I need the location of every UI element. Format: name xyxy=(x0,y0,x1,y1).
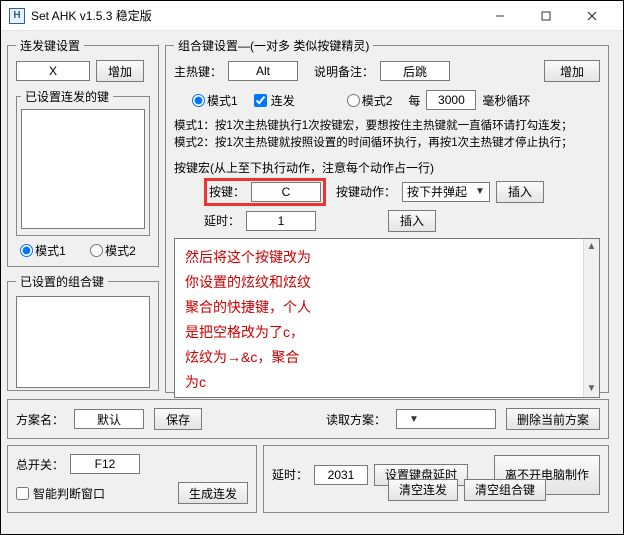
scroll-up-icon[interactable]: ▲ xyxy=(584,239,599,255)
combo-mode1-radio[interactable]: 模式1 xyxy=(192,92,238,109)
scheme-name-input[interactable] xyxy=(74,409,144,429)
chevron-down-icon: ▼ xyxy=(475,186,485,197)
load-scheme-dropdown[interactable]: ▼ xyxy=(396,409,496,429)
titlebar: H Set AHK v1.5.3 稳定版 xyxy=(1,1,623,31)
repeat-key-group: 连发键设置 增加 已设置连发的键 模式1 模式2 xyxy=(7,37,159,267)
repeat-mode2-radio-input[interactable] xyxy=(90,244,103,257)
save-scheme-button[interactable]: 保存 xyxy=(154,408,202,430)
action-dropdown-value: 按下并弹起 xyxy=(407,183,467,200)
action-label: 按键动作： xyxy=(336,183,396,200)
client-area: 连发键设置 增加 已设置连发的键 模式1 模式2 xyxy=(1,31,623,534)
smart-window-checkbox-input[interactable] xyxy=(16,487,29,500)
load-scheme-label: 读取方案： xyxy=(326,411,386,428)
combo-settings-legend: 组合键设置—(一对多 类似按键精灵) xyxy=(174,37,373,54)
combo-settings-group: 组合键设置—(一对多 类似按键精灵) 主热键： 说明备注： 增加 模式1 xyxy=(165,37,609,393)
macro-header-label: 按键宏(从上至下执行动作，注意每个动作占一行) xyxy=(174,159,434,176)
combo-mode1-label: 模式1 xyxy=(207,92,238,109)
repeat-checkbox[interactable]: 连发 xyxy=(254,92,295,109)
insert-key-button[interactable]: 插入 xyxy=(496,181,544,203)
combo-mode2-radio[interactable]: 模式2 xyxy=(347,92,393,109)
repeat-checkbox-label: 连发 xyxy=(271,92,295,109)
configured-repeat-keys-group: 已设置连发的键 xyxy=(16,88,150,236)
every-label: 每 xyxy=(408,92,420,109)
delete-scheme-button[interactable]: 删除当前方案 xyxy=(506,408,600,430)
repeat-mode1-label: 模式1 xyxy=(35,242,66,259)
action-dropdown[interactable]: 按下并弹起 ▼ xyxy=(402,182,490,202)
minimize-button[interactable] xyxy=(477,1,523,31)
scheme-name-label: 方案名： xyxy=(16,411,64,428)
master-switch-label: 总开关： xyxy=(16,456,64,473)
generate-repeat-button[interactable]: 生成连发 xyxy=(178,482,248,504)
master-switch-input[interactable] xyxy=(70,454,140,474)
clear-combo-button[interactable]: 清空组合键 xyxy=(464,479,546,501)
clear-repeat-button[interactable]: 清空连发 xyxy=(388,479,458,501)
scroll-down-icon[interactable]: ▼ xyxy=(584,381,599,397)
main-hotkey-label: 主热键： xyxy=(174,63,222,80)
configured-repeat-keys-legend: 已设置连发的键 xyxy=(21,88,113,105)
macro-delay-label: 延时： xyxy=(204,212,240,229)
desc-input[interactable] xyxy=(380,61,450,81)
repeat-hotkey-input[interactable] xyxy=(16,61,90,81)
macro-textarea[interactable]: 然后将这个按键改为 你设置的炫纹和炫纹 聚合的快捷键，个人 是把空格改为了c， … xyxy=(174,238,600,398)
repeat-mode1-radio-input[interactable] xyxy=(20,244,33,257)
repeat-mode1-radio[interactable]: 模式1 xyxy=(20,242,66,259)
left-column: 连发键设置 增加 已设置连发的键 模式1 模式2 xyxy=(7,37,159,393)
key-input[interactable] xyxy=(251,182,321,202)
mode-explain-text: 模式1：按1次主热键执行1次按键宏，要想按住主热键就一直循环请打勾连发； 模式2… xyxy=(174,118,600,153)
right-column: 组合键设置—(一对多 类似按键精灵) 主热键： 说明备注： 增加 模式1 xyxy=(165,37,609,393)
smart-window-checkbox[interactable]: 智能判断窗口 xyxy=(16,485,105,502)
macro-delay-input[interactable] xyxy=(246,211,316,231)
combo-listbox[interactable] xyxy=(16,296,150,388)
configured-combo-group: 已设置的组合键 xyxy=(7,273,159,391)
configured-combo-legend: 已设置的组合键 xyxy=(16,273,108,290)
repeat-mode2-label: 模式2 xyxy=(105,242,136,259)
repeat-mode2-radio[interactable]: 模式2 xyxy=(90,242,136,259)
repeat-checkbox-input[interactable] xyxy=(254,94,267,107)
every-input[interactable] xyxy=(426,90,476,110)
repeat-keys-listbox[interactable] xyxy=(21,109,145,229)
repeat-add-button[interactable]: 增加 xyxy=(96,60,144,82)
close-icon xyxy=(587,11,597,21)
close-button[interactable] xyxy=(569,1,615,31)
app-icon: H xyxy=(9,8,25,24)
key-highlight-box: 按键： xyxy=(204,178,326,206)
maximize-icon xyxy=(541,11,551,21)
combo-mode1-radio-input[interactable] xyxy=(192,94,205,107)
combo-add-button[interactable]: 增加 xyxy=(544,60,600,82)
app-window: H Set AHK v1.5.3 稳定版 连发键设置 增加 已设置连发的键 xyxy=(0,0,624,535)
minimize-icon xyxy=(495,11,505,21)
bottom-left-box: 总开关： 智能判断窗口 生成连发 xyxy=(7,445,257,513)
key-label: 按键： xyxy=(209,183,245,200)
insert-delay-button[interactable]: 插入 xyxy=(388,210,436,232)
textarea-scrollbar[interactable]: ▲ ▼ xyxy=(583,239,599,397)
every-unit-label: 毫秒循环 xyxy=(482,92,530,109)
desc-label: 说明备注： xyxy=(314,63,374,80)
combo-mode2-label: 模式2 xyxy=(362,92,393,109)
chevron-down-icon: ▼ xyxy=(409,414,419,425)
smart-window-label: 智能判断窗口 xyxy=(33,485,105,502)
main-hotkey-input[interactable] xyxy=(228,61,298,81)
repeat-key-legend: 连发键设置 xyxy=(16,37,84,54)
window-title: Set AHK v1.5.3 稳定版 xyxy=(31,7,152,24)
bottom-right-box: 延时： 设置键盘延时 离不开电脑制作 清空连发 清空组合键 xyxy=(263,445,609,513)
combo-mode2-radio-input[interactable] xyxy=(347,94,360,107)
maximize-button[interactable] xyxy=(523,1,569,31)
